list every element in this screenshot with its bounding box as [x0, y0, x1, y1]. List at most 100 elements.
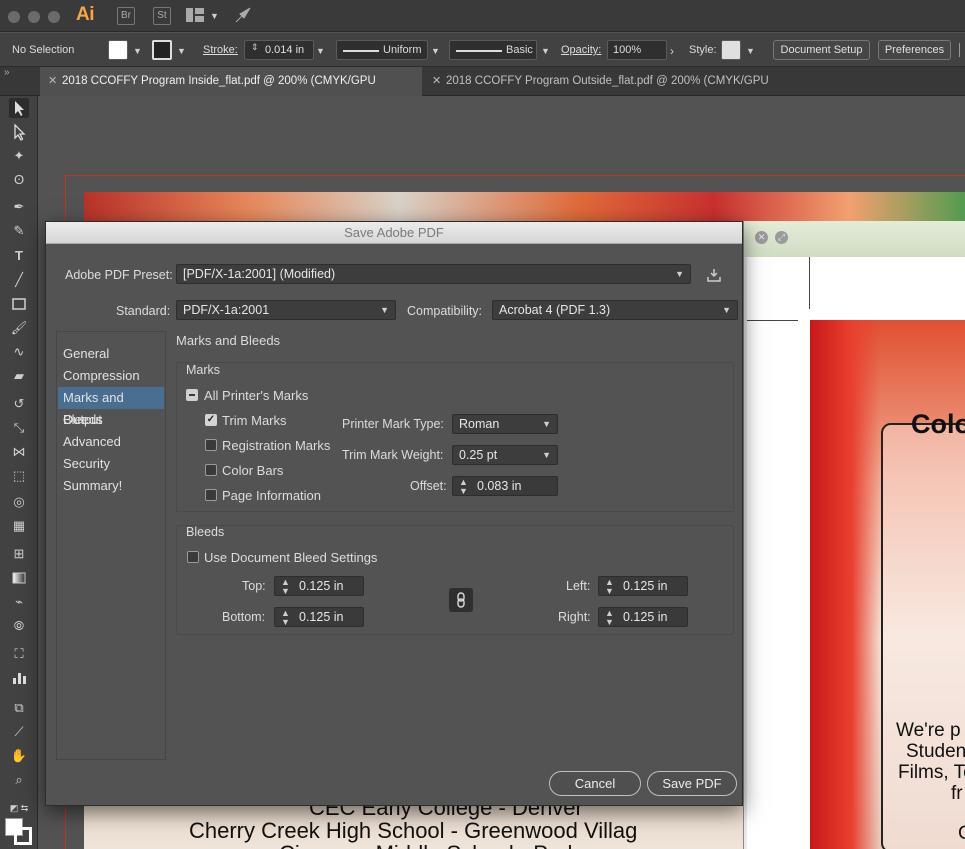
save-preset-icon[interactable]	[706, 268, 722, 285]
offset-field[interactable]: ▲ ▼ 0.083 in	[452, 476, 558, 496]
stepper-icon[interactable]: ▲ ▼	[605, 577, 614, 596]
use-document-bleed-checkbox[interactable]	[187, 551, 199, 563]
opacity-label[interactable]: Opacity:	[561, 44, 601, 56]
paintbrush-tool-icon[interactable]: 🖌	[9, 318, 29, 338]
direct-selection-tool-icon[interactable]	[9, 122, 29, 142]
printer-mark-type-select[interactable]: Roman ▼	[452, 414, 558, 434]
chevron-down-icon[interactable]: ▼	[177, 46, 186, 56]
close-tab-icon[interactable]: ✕	[48, 67, 57, 96]
stroke-swatch[interactable]	[152, 40, 172, 60]
preset-select[interactable]: [PDF/X-1a:2001] (Modified) ▼	[176, 264, 691, 284]
artboard-tool-icon[interactable]: ⧉	[9, 698, 29, 718]
stock-button[interactable]: St	[153, 7, 171, 25]
tab-inside-document[interactable]: ✕ 2018 CCOFFY Program Inside_flat.pdf @ …	[40, 67, 422, 116]
sidebar-item-marks-and-bleeds[interactable]: Marks and Bleeds	[58, 387, 164, 427]
line-tool-icon[interactable]: ╱	[9, 270, 29, 290]
compatibility-select[interactable]: Acrobat 4 (PDF 1.3) ▼	[492, 300, 738, 320]
eyedropper-tool-icon[interactable]: ⌁	[9, 592, 29, 612]
perspective-grid-tool-icon[interactable]: ▦	[9, 516, 29, 536]
stroke-weight-field[interactable]: ⇕ 0.014 in	[244, 40, 314, 60]
chevron-down-icon[interactable]: ▼	[431, 46, 440, 56]
width-tool-icon[interactable]: ⋈	[9, 442, 29, 462]
opacity-field[interactable]: 100%	[607, 40, 667, 60]
chevron-right-icon[interactable]: ›	[670, 44, 674, 58]
bridge-button[interactable]: Br	[117, 7, 135, 25]
column-graph-tool-icon[interactable]	[9, 668, 29, 688]
document-setup-button[interactable]: Document Setup	[773, 40, 870, 60]
stroke-color-swatch[interactable]	[14, 827, 32, 845]
stepper-icon[interactable]: ▲ ▼	[281, 608, 290, 627]
lasso-tool-icon[interactable]: ʘ	[9, 170, 29, 190]
bleed-right-field[interactable]: ▲ ▼ 0.125 in	[598, 607, 688, 627]
magic-wand-tool-icon[interactable]: ✦	[9, 146, 29, 166]
variable-width-profile[interactable]: Uniform	[336, 40, 428, 60]
pen-tool-icon[interactable]: ✒	[9, 197, 29, 217]
slice-tool-icon[interactable]: ⟋	[9, 722, 29, 742]
trim-marks-label[interactable]: Trim Marks	[222, 413, 287, 428]
zoom-window-button[interactable]	[48, 11, 60, 23]
sidebar-item-general[interactable]: General	[58, 343, 164, 365]
mesh-tool-icon[interactable]: ⊞	[9, 544, 29, 564]
panel-grip[interactable]	[959, 43, 965, 57]
fullscreen-icon[interactable]: ⤢	[775, 231, 788, 244]
graphic-style-swatch[interactable]	[721, 40, 741, 60]
bleed-top-field[interactable]: ▲ ▼ 0.125 in	[274, 576, 364, 596]
rectangle-tool-icon[interactable]	[9, 294, 29, 314]
default-colors-icon[interactable]: ◩ ⇆	[9, 798, 29, 818]
bleed-bottom-field[interactable]: ▲ ▼ 0.125 in	[274, 607, 364, 627]
close-tab-icon[interactable]: ✕	[432, 67, 441, 96]
chevron-down-icon[interactable]: ▼	[210, 11, 219, 21]
page-information-checkbox[interactable]	[205, 489, 217, 501]
type-tool-icon[interactable]: T	[9, 246, 29, 266]
zoom-tool-icon[interactable]: ⌕	[9, 770, 29, 790]
fill-swatch[interactable]	[108, 40, 128, 60]
sidebar-item-compression[interactable]: Compression	[58, 365, 164, 387]
registration-marks-checkbox[interactable]	[205, 439, 217, 451]
minimize-window-button[interactable]	[28, 11, 40, 23]
link-icon[interactable]	[449, 588, 473, 612]
tab-outside-document[interactable]: ✕ 2018 CCOFFY Program Outside_flat.pdf @…	[424, 67, 814, 116]
trim-mark-weight-select[interactable]: 0.25 pt ▼	[452, 445, 558, 465]
gradient-tool-icon[interactable]	[9, 568, 29, 588]
sidebar-item-summary[interactable]: Summary!	[58, 475, 164, 497]
brush-definition[interactable]: Basic	[449, 40, 537, 60]
shape-builder-tool-icon[interactable]: ◎	[9, 492, 29, 512]
stepper-icon[interactable]: ▲ ▼	[281, 577, 290, 596]
save-pdf-button[interactable]: Save PDF	[647, 771, 737, 796]
use-document-bleed-label[interactable]: Use Document Bleed Settings	[204, 550, 377, 565]
arrange-documents-icon[interactable]	[186, 8, 204, 22]
registration-marks-label[interactable]: Registration Marks	[222, 438, 330, 453]
chevron-down-icon[interactable]: ▼	[541, 46, 550, 56]
sidebar-item-advanced[interactable]: Advanced	[58, 431, 164, 453]
sidebar-item-output[interactable]: Output	[58, 409, 164, 431]
preferences-button[interactable]: Preferences	[878, 40, 951, 60]
stepper-icon[interactable]: ▲ ▼	[605, 608, 614, 627]
chevron-down-icon[interactable]: ▼	[133, 46, 142, 56]
curvature-tool-icon[interactable]: ✎	[9, 221, 29, 241]
chevron-down-icon[interactable]: ▼	[746, 46, 755, 56]
color-bars-checkbox[interactable]	[205, 464, 217, 476]
stepper-icon[interactable]: ▲ ▼	[459, 477, 468, 496]
rocket-icon[interactable]	[234, 6, 254, 27]
stroke-label[interactable]: Stroke:	[203, 44, 238, 56]
chevron-down-icon[interactable]: ▼	[316, 46, 325, 56]
collapse-panels-icon[interactable]: »	[4, 67, 10, 78]
selection-tool-icon[interactable]	[9, 98, 29, 118]
scale-tool-icon[interactable]: ⤡	[9, 418, 29, 438]
symbol-sprayer-tool-icon[interactable]: ⛶	[9, 644, 29, 664]
all-printers-marks-checkbox[interactable]	[186, 389, 198, 401]
rotate-tool-icon[interactable]: ↺	[9, 394, 29, 414]
trim-marks-checkbox[interactable]: ✓	[205, 414, 217, 426]
close-icon[interactable]: ✕	[755, 231, 768, 244]
close-window-button[interactable]	[8, 11, 20, 23]
cancel-button[interactable]: Cancel	[549, 771, 641, 796]
page-information-label[interactable]: Page Information	[222, 488, 321, 503]
standard-select[interactable]: PDF/X-1a:2001 ▼	[176, 300, 396, 320]
shaper-tool-icon[interactable]: ∿	[9, 342, 29, 362]
color-bars-label[interactable]: Color Bars	[222, 463, 283, 478]
sidebar-item-security[interactable]: Security	[58, 453, 164, 475]
hand-tool-icon[interactable]: ✋	[9, 746, 29, 766]
free-transform-tool-icon[interactable]: ⬚	[9, 466, 29, 486]
all-printers-marks-label[interactable]: All Printer's Marks	[204, 388, 308, 403]
bleed-left-field[interactable]: ▲ ▼ 0.125 in	[598, 576, 688, 596]
